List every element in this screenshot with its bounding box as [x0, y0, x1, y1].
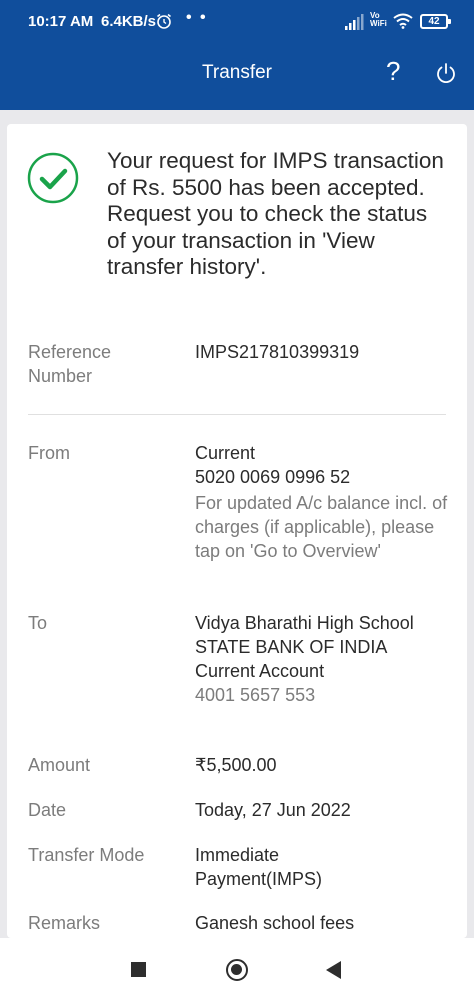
to-label: To [28, 613, 48, 633]
from-label: From [28, 443, 70, 463]
confirmation-message: Your request for IMPS transaction of Rs.… [107, 148, 444, 279]
app-header: 10:17 AM 6.4KB/s • • Vo WiFi 42 Transfer… [0, 0, 474, 110]
vowifi-bottom: WiFi [370, 19, 387, 28]
network-speed: 6.4KB/s [101, 13, 157, 30]
date-value: Today, 27 Jun 2022 [195, 800, 351, 820]
remarks-label: Remarks [28, 913, 101, 933]
page-title: Transfer [201, 62, 273, 83]
home-circle-icon[interactable] [226, 959, 248, 981]
wifi-icon [393, 13, 413, 29]
help-button[interactable]: ? [386, 56, 400, 87]
beneficiary-bank: STATE BANK OF INDIA [195, 637, 388, 657]
beneficiary-name: Vidya Bharathi High School [195, 613, 414, 633]
to-account: Vidya Bharathi High School STATE BANK OF… [195, 611, 455, 707]
system-nav-bar [0, 938, 474, 1000]
reference-number: IMPS217810399319 [195, 342, 360, 362]
status-time: 10:17 AM [28, 13, 94, 30]
remarks-value: Ganesh school fees [195, 913, 355, 933]
transfer-confirmation-card: Your request for IMPS transaction of Rs.… [7, 124, 467, 938]
reference-label-line-1: Reference [28, 342, 112, 362]
vowifi-indicator: Vo WiFi [370, 12, 387, 28]
status-bar: 10:17 AM 6.4KB/s • • Vo WiFi 42 [0, 0, 474, 44]
from-account: Current 5020 0069 0996 52 For updated A/… [195, 441, 455, 563]
date-label: Date [28, 800, 67, 820]
beneficiary-account-type: Current Account [195, 661, 325, 681]
battery-indicator: 42 [420, 14, 451, 29]
notification-dots: • • [186, 9, 208, 26]
from-account-type: Current [195, 443, 256, 463]
from-account-number: 5020 0069 0996 52 [195, 467, 351, 487]
amount-label: Amount [28, 755, 91, 775]
transfer-mode-value: Immediate Payment(IMPS) [195, 845, 323, 889]
transfer-mode-label: Transfer Mode [28, 845, 145, 865]
power-icon[interactable] [434, 62, 458, 86]
reference-label: Reference Number [28, 340, 111, 388]
signal-icon [345, 14, 364, 30]
alarm-icon [157, 13, 171, 29]
recents-square-icon[interactable] [131, 962, 146, 977]
check-circle-icon [27, 152, 79, 204]
amount-value: ₹5,500.00 [195, 755, 277, 775]
reference-label-line-2: Number [28, 366, 93, 386]
divider [28, 414, 446, 415]
back-triangle-icon[interactable] [326, 961, 341, 979]
balance-note: For updated A/c balance incl. of charges… [195, 493, 448, 561]
beneficiary-account-number: 4001 5657 553 [195, 685, 316, 705]
